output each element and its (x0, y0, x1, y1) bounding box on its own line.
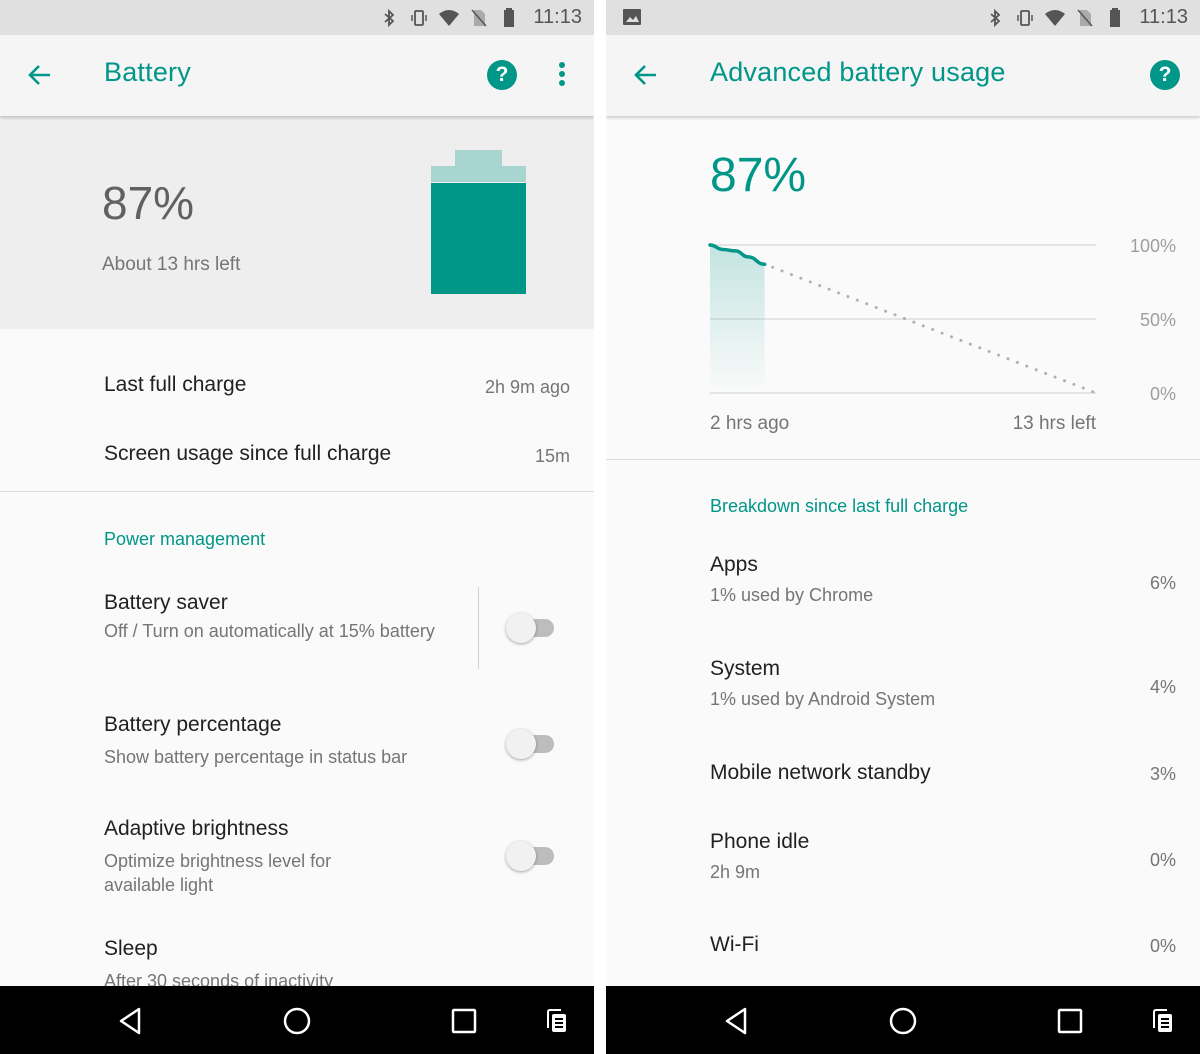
vibrate-icon (411, 9, 428, 26)
setting-summary: Optimize brightness level for available … (104, 851, 332, 895)
history-area (710, 245, 765, 393)
app-bar: Advanced battery usage ? (606, 35, 1200, 116)
divider (0, 491, 594, 492)
status-bar: 11:13 (0, 0, 594, 35)
breakdown-value: 4% (1149, 677, 1176, 697)
divider-vertical (478, 587, 479, 669)
y-tick-label-0: 0% (1150, 384, 1176, 404)
x-label-end: 13 hrs left (1013, 413, 1097, 434)
breakdown-apps-row[interactable]: Apps 1% used by Chrome 6% (710, 553, 1176, 607)
y-tick-label-100: 100% (1130, 236, 1176, 256)
x-label-start: 2 hrs ago (710, 413, 789, 434)
prediction-line (771, 265, 1098, 395)
breakdown-label: Mobile network standby (710, 761, 931, 784)
section-breakdown: Breakdown since last full charge (710, 496, 969, 516)
status-time: 11:13 (533, 6, 582, 28)
setting-label: Battery percentage (104, 713, 282, 736)
row-value: 2h 9m ago (484, 377, 570, 397)
battery-time-left: About 13 hrs left (102, 254, 241, 275)
home-nav-icon[interactable] (280, 1004, 314, 1038)
setting-label: Adaptive brightness (104, 817, 289, 840)
more-vert-icon[interactable] (555, 62, 569, 90)
adaptive-brightness-toggle[interactable] (506, 841, 558, 871)
battery-saver-toggle[interactable] (506, 613, 558, 643)
back-nav-icon[interactable] (113, 1004, 147, 1038)
battery-percent: 87% (102, 177, 195, 229)
battery-icon (504, 7, 515, 27)
help-icon[interactable]: ? (487, 60, 517, 90)
app-bar: Battery ? (0, 35, 594, 116)
status-time: 11:13 (1139, 6, 1188, 28)
navigation-bar (606, 986, 1200, 1054)
home-nav-icon[interactable] (886, 1004, 920, 1038)
breakdown-value: 3% (1149, 764, 1176, 784)
breakdown-value: 0% (1149, 850, 1176, 870)
breakdown-phone-idle-row[interactable]: Phone idle 2h 9m 0% (710, 830, 1176, 884)
battery-level-icon (431, 150, 526, 294)
bluetooth-icon (990, 8, 1001, 27)
divider (606, 459, 1200, 460)
advanced-battery-usage-screen: 11:13 Advanced battery usage ? 87% 100% … (606, 0, 1200, 1054)
screen-usage-row[interactable]: Screen usage since full charge 15m (104, 442, 570, 466)
battery-history-chart: 100% 50% 0% 2 hrs ago 13 hrs left (708, 236, 1176, 434)
setting-summary: Show battery percentage in status bar (104, 747, 408, 767)
breakdown-label: Apps (710, 553, 758, 576)
no-sim-icon (471, 9, 487, 26)
recents-nav-icon[interactable] (447, 1004, 481, 1038)
battery-summary: 87% About 13 hrs left (0, 116, 594, 329)
battery-screen: 11:13 Battery ? 87% About 13 hrs left La… (0, 0, 594, 1054)
no-sim-icon (1077, 9, 1093, 26)
y-tick-label-50: 50% (1140, 310, 1176, 330)
battery-percentage-toggle[interactable] (506, 729, 558, 759)
breakdown-value: 0% (1149, 936, 1176, 956)
navigation-bar (0, 986, 594, 1054)
page-title: Battery (104, 57, 191, 87)
screenshot-icon[interactable] (1147, 1004, 1181, 1038)
breakdown-system-row[interactable]: System 1% used by Android System 4% (710, 657, 1176, 711)
sleep-row[interactable]: Sleep After 30 seconds of inactivity (104, 937, 570, 993)
breakdown-label: Phone idle (710, 830, 810, 853)
vibrate-icon (1017, 9, 1034, 26)
last-full-charge-row[interactable]: Last full charge 2h 9m ago (104, 373, 570, 397)
battery-chart-section: 87% 100% 50% 0% 2 hrs ago 13 hrs left (606, 116, 1200, 456)
status-bar: 11:13 (606, 0, 1200, 35)
back-nav-icon[interactable] (719, 1004, 753, 1038)
breakdown-summary: 1% used by Android System (710, 689, 936, 709)
setting-label: Battery saver (104, 591, 228, 614)
wifi-icon (1045, 9, 1066, 26)
screenshot-icon[interactable] (541, 1004, 575, 1038)
breakdown-label: Wi-Fi (710, 933, 759, 956)
row-label: Screen usage since full charge (104, 442, 392, 465)
row-value: 15m (534, 446, 570, 466)
setting-label: Sleep (104, 937, 158, 960)
breakdown-value: 6% (1149, 573, 1176, 593)
image-notification-icon (623, 9, 641, 25)
battery-icon (1110, 7, 1121, 27)
arrow-back-icon[interactable] (632, 61, 660, 89)
battery-saver-row[interactable]: Battery saver Off / Turn on automaticall… (104, 591, 464, 643)
page-title: Advanced battery usage (710, 57, 1006, 87)
setting-summary: Off / Turn on automatically at 15% batte… (104, 621, 435, 641)
breakdown-mobile-network-row[interactable]: Mobile network standby 3% (710, 761, 1176, 785)
help-icon[interactable]: ? (1150, 60, 1180, 90)
recents-nav-icon[interactable] (1053, 1004, 1087, 1038)
breakdown-label: System (710, 657, 781, 680)
arrow-back-icon[interactable] (26, 61, 54, 89)
battery-percentage-row[interactable]: Battery percentage Show battery percenta… (104, 713, 570, 769)
adaptive-brightness-row[interactable]: Adaptive brightness Optimize brightness … (104, 817, 394, 897)
wifi-icon (439, 9, 460, 26)
breakdown-wifi-row[interactable]: Wi-Fi 0% (710, 933, 1176, 957)
breakdown-summary: 1% used by Chrome (710, 585, 874, 605)
section-power-management: Power management (104, 529, 266, 549)
bluetooth-icon (384, 8, 395, 27)
breakdown-summary: 2h 9m (710, 862, 761, 882)
